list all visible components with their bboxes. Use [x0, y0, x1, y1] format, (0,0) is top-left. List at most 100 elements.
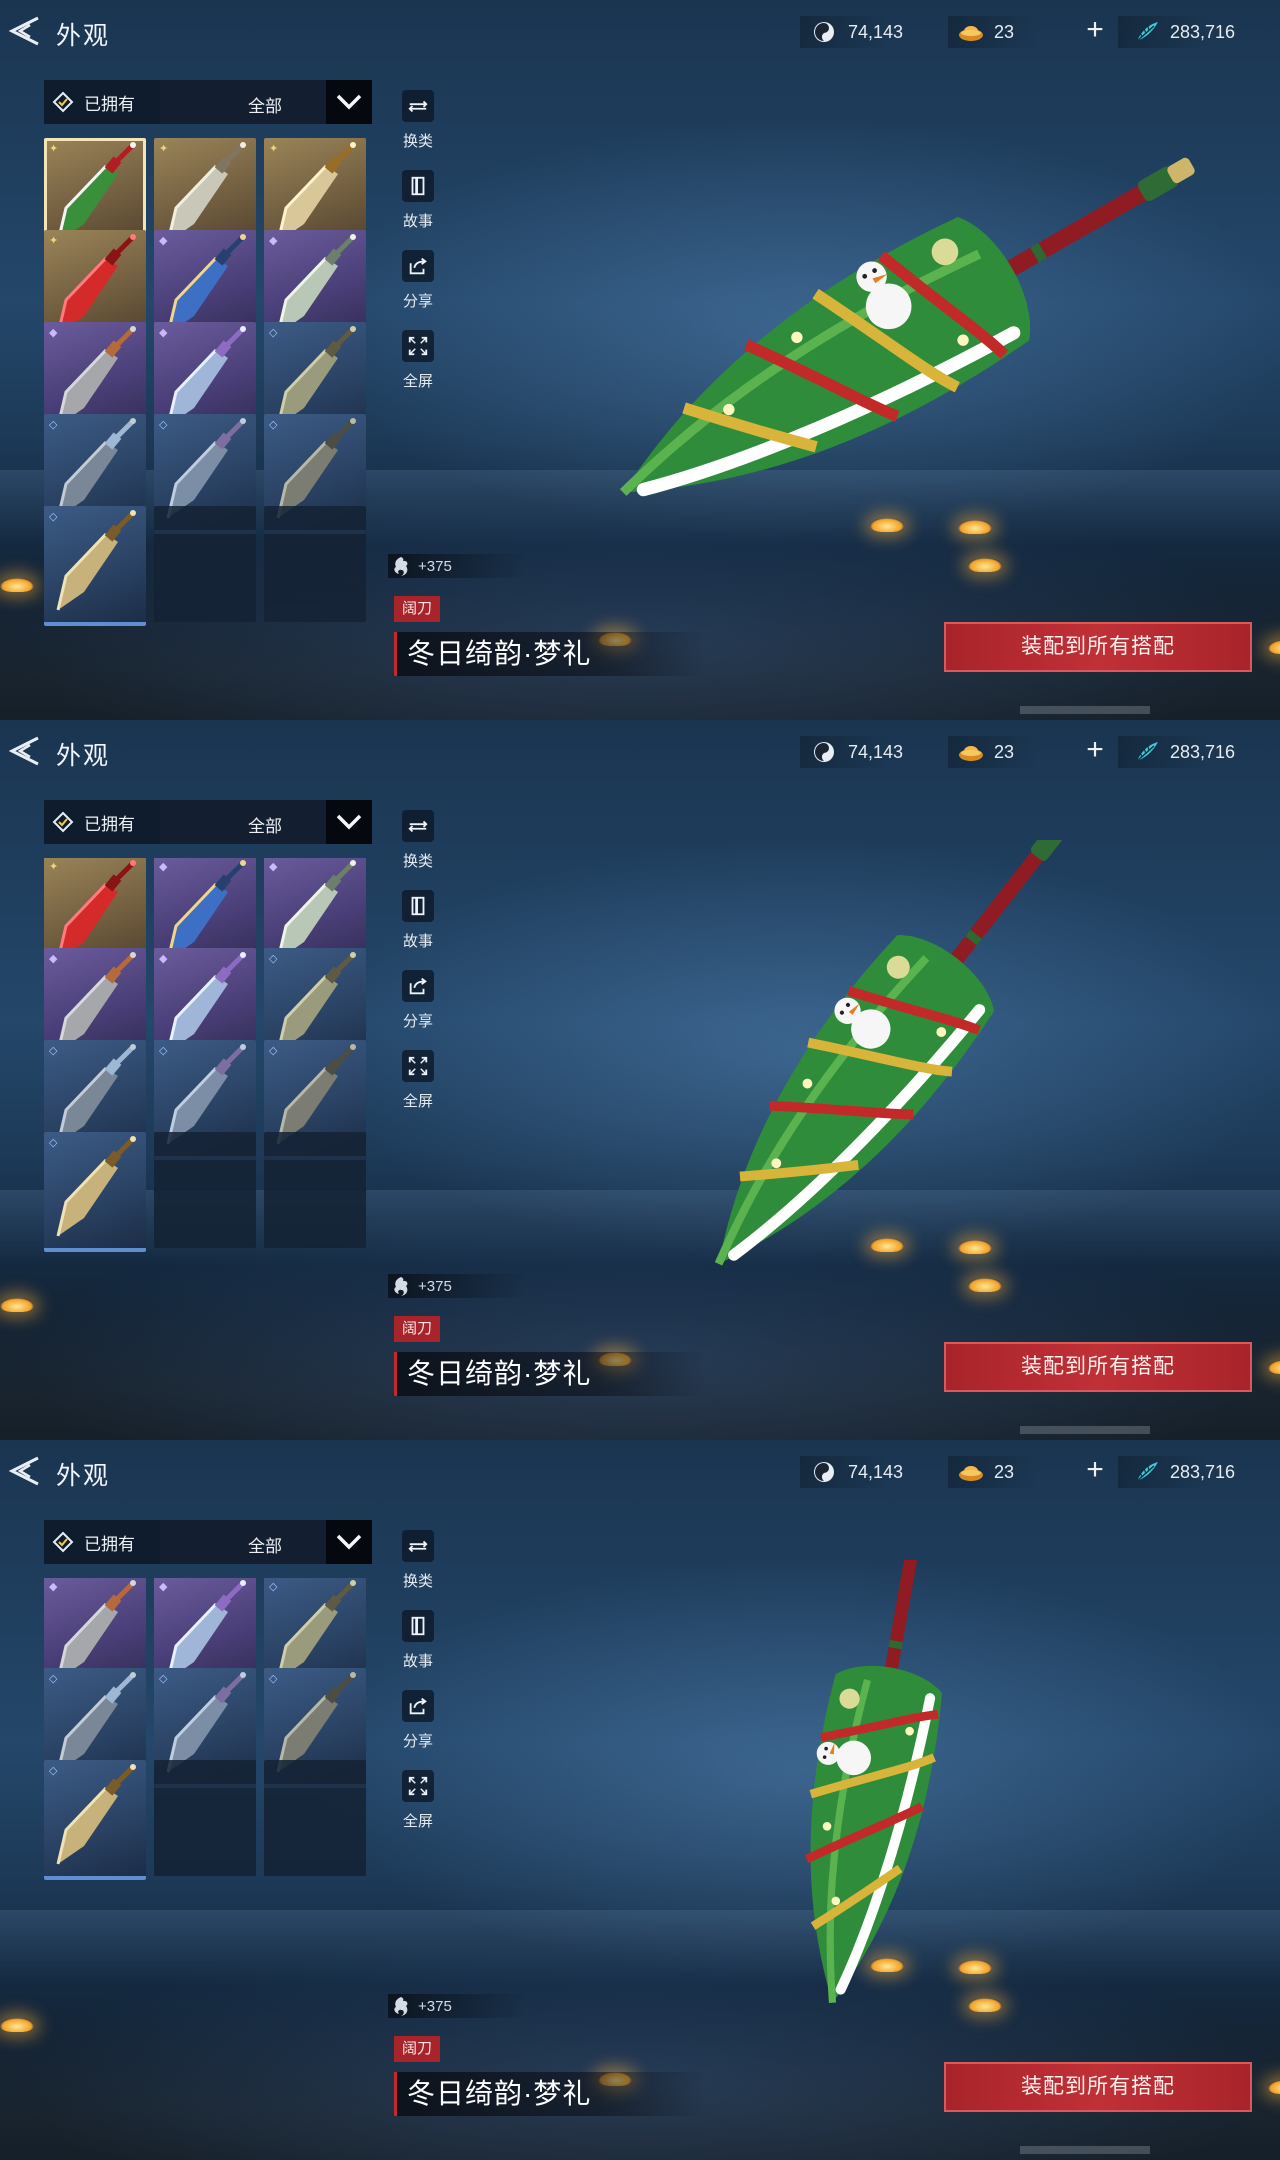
category-dropdown[interactable]: 全部	[160, 1520, 372, 1564]
category-dropdown-label: 全部	[248, 97, 282, 116]
fullscreen-icon	[402, 1050, 434, 1082]
filter-bar: 已拥有 全部	[44, 800, 372, 844]
back-icon[interactable]	[4, 734, 42, 768]
owned-filter-toggle[interactable]: 已拥有	[52, 1520, 135, 1564]
appearance-slot[interactable]: ◇	[44, 1760, 146, 1880]
chevron-down-icon[interactable]	[326, 800, 372, 844]
weapon-preview-model[interactable]	[460, 1512, 1280, 2020]
power-value: +375	[418, 1277, 452, 1295]
power-value: +375	[418, 1997, 452, 2015]
story-button[interactable]: 故事	[390, 170, 446, 250]
add-currency-button[interactable]: +	[1080, 15, 1110, 46]
gold-ingot-icon	[958, 20, 984, 44]
owned-diamond-icon	[52, 1531, 74, 1553]
top-bar: 外观 74,143 23 +283,716	[0, 0, 1280, 64]
currency-jade-value: 74,143	[848, 741, 904, 762]
owned-filter-toggle[interactable]: 已拥有	[52, 80, 135, 124]
rarity-icon: ◆	[49, 953, 58, 965]
swap-type-button[interactable]: 换类	[390, 810, 446, 890]
side-button-label: 换类	[402, 133, 433, 150]
chevron-down-icon[interactable]	[326, 1520, 372, 1564]
page-title: 外观	[56, 22, 111, 50]
appearance-screen: 外观74,14323+283,716已拥有全部✦✓✦✦✦◆◆◆◆◇◇◇◇◇换类故…	[0, 1440, 1280, 2160]
add-currency-button[interactable]: +	[1080, 735, 1110, 766]
empty-slot	[264, 1760, 366, 1876]
category-dropdown-label: 全部	[248, 817, 282, 836]
empty-slot	[264, 506, 366, 622]
appearance-grid[interactable]: ✦✓✦✦✦◆◆◆◆◇◇◇◇◇	[44, 138, 370, 638]
rarity-icon: ◇	[49, 1137, 58, 1149]
appearance-grid[interactable]: ✦✓✦✦✦◆◆◆◆◇◇◇◇◇	[44, 1578, 370, 2078]
swap-type-button[interactable]: 换类	[390, 1530, 446, 1610]
empty-slot	[154, 1760, 256, 1876]
story-button[interactable]: 故事	[390, 1610, 446, 1690]
side-button-label: 分享	[402, 1733, 433, 1750]
floating-lantern	[0, 1298, 34, 1312]
side-button-label: 故事	[402, 213, 433, 230]
jade-swirl-icon	[812, 740, 838, 764]
rarity-icon: ◇	[49, 1673, 58, 1685]
fullscreen-button[interactable]: 全屏	[390, 330, 446, 410]
equip-all-button[interactable]: 装配到所有搭配	[944, 622, 1252, 672]
scroll-indicator	[1020, 1426, 1150, 1434]
top-bar: 外观 74,143 23 +283,716	[0, 720, 1280, 784]
currency-feather: 283,716	[1134, 738, 1235, 766]
equip-all-button[interactable]: 装配到所有搭配	[944, 2062, 1252, 2112]
fullscreen-button[interactable]: 全屏	[390, 1770, 446, 1850]
rarity-icon: ◇	[49, 1045, 58, 1057]
power-icon	[390, 555, 412, 577]
share-button[interactable]: 分享	[390, 1690, 446, 1770]
category-dropdown[interactable]: 全部	[160, 800, 372, 844]
scroll-indicator	[1020, 2146, 1150, 2154]
owned-filter-toggle[interactable]: 已拥有	[52, 800, 135, 844]
share-button[interactable]: 分享	[390, 250, 446, 330]
appearance-slot[interactable]: ◇	[44, 1132, 146, 1252]
appearance-grid[interactable]: ✦✓✦✦✦◆◆◆◆◇◇◇◇◇	[44, 858, 370, 1358]
floating-lantern	[0, 578, 34, 592]
back-icon[interactable]	[4, 1454, 42, 1488]
rarity-icon: ◆	[159, 1581, 168, 1593]
filter-bar: 已拥有 全部	[44, 1520, 372, 1564]
swap-type-button[interactable]: 换类	[390, 90, 446, 170]
rarity-icon: ◆	[49, 1581, 58, 1593]
appearance-screen: 外观74,14323+283,716已拥有全部✦✓✦✦✦◆◆◆◆◇◇◇◇◇换类故…	[0, 0, 1280, 720]
weapon-swap-icon	[402, 810, 434, 842]
weapon-preview-model[interactable]	[460, 120, 1280, 580]
side-button-label: 分享	[402, 293, 433, 310]
side-button-label: 故事	[402, 933, 433, 950]
currency-gold: 23	[958, 18, 1014, 46]
weapon-preview-model[interactable]	[460, 813, 1280, 1300]
power-bonus: +375	[388, 1274, 528, 1298]
share-icon	[402, 250, 434, 282]
rarity-icon: ◇	[269, 1581, 278, 1593]
appearance-slot[interactable]: ◇	[44, 506, 146, 626]
currency-jade-value: 74,143	[848, 1461, 904, 1482]
top-bar: 外观 74,143 23 +283,716	[0, 1440, 1280, 1504]
currency-jade: 74,143	[812, 18, 903, 46]
weapon-type-tag: 阔刀	[394, 2036, 441, 2062]
side-actions: 换类 故事 分享 全屏	[390, 1530, 446, 1850]
story-book-icon	[402, 170, 434, 202]
story-button[interactable]: 故事	[390, 890, 446, 970]
empty-slot	[154, 506, 256, 622]
rarity-icon: ◇	[269, 419, 278, 431]
currency-feather: 283,716	[1134, 1458, 1235, 1486]
equip-all-button[interactable]: 装配到所有搭配	[944, 1342, 1252, 1392]
share-button[interactable]: 分享	[390, 970, 446, 1050]
category-dropdown[interactable]: 全部	[160, 80, 372, 124]
rarity-icon: ◆	[159, 327, 168, 339]
currency-jade-value: 74,143	[848, 21, 904, 42]
chevron-down-icon[interactable]	[326, 80, 372, 124]
back-icon[interactable]	[4, 14, 42, 48]
power-icon	[390, 1995, 412, 2017]
category-dropdown-label: 全部	[248, 1537, 282, 1556]
add-currency-button[interactable]: +	[1080, 1455, 1110, 1486]
share-icon	[402, 970, 434, 1002]
side-button-label: 换类	[402, 1573, 433, 1590]
feather-coin-icon	[1134, 20, 1160, 44]
feather-coin-icon	[1134, 1460, 1160, 1484]
fullscreen-button[interactable]: 全屏	[390, 1050, 446, 1130]
jade-swirl-icon	[812, 20, 838, 44]
weapon-swap-icon	[402, 1530, 434, 1562]
weapon-name: 冬日绮韵·梦礼	[394, 632, 707, 676]
